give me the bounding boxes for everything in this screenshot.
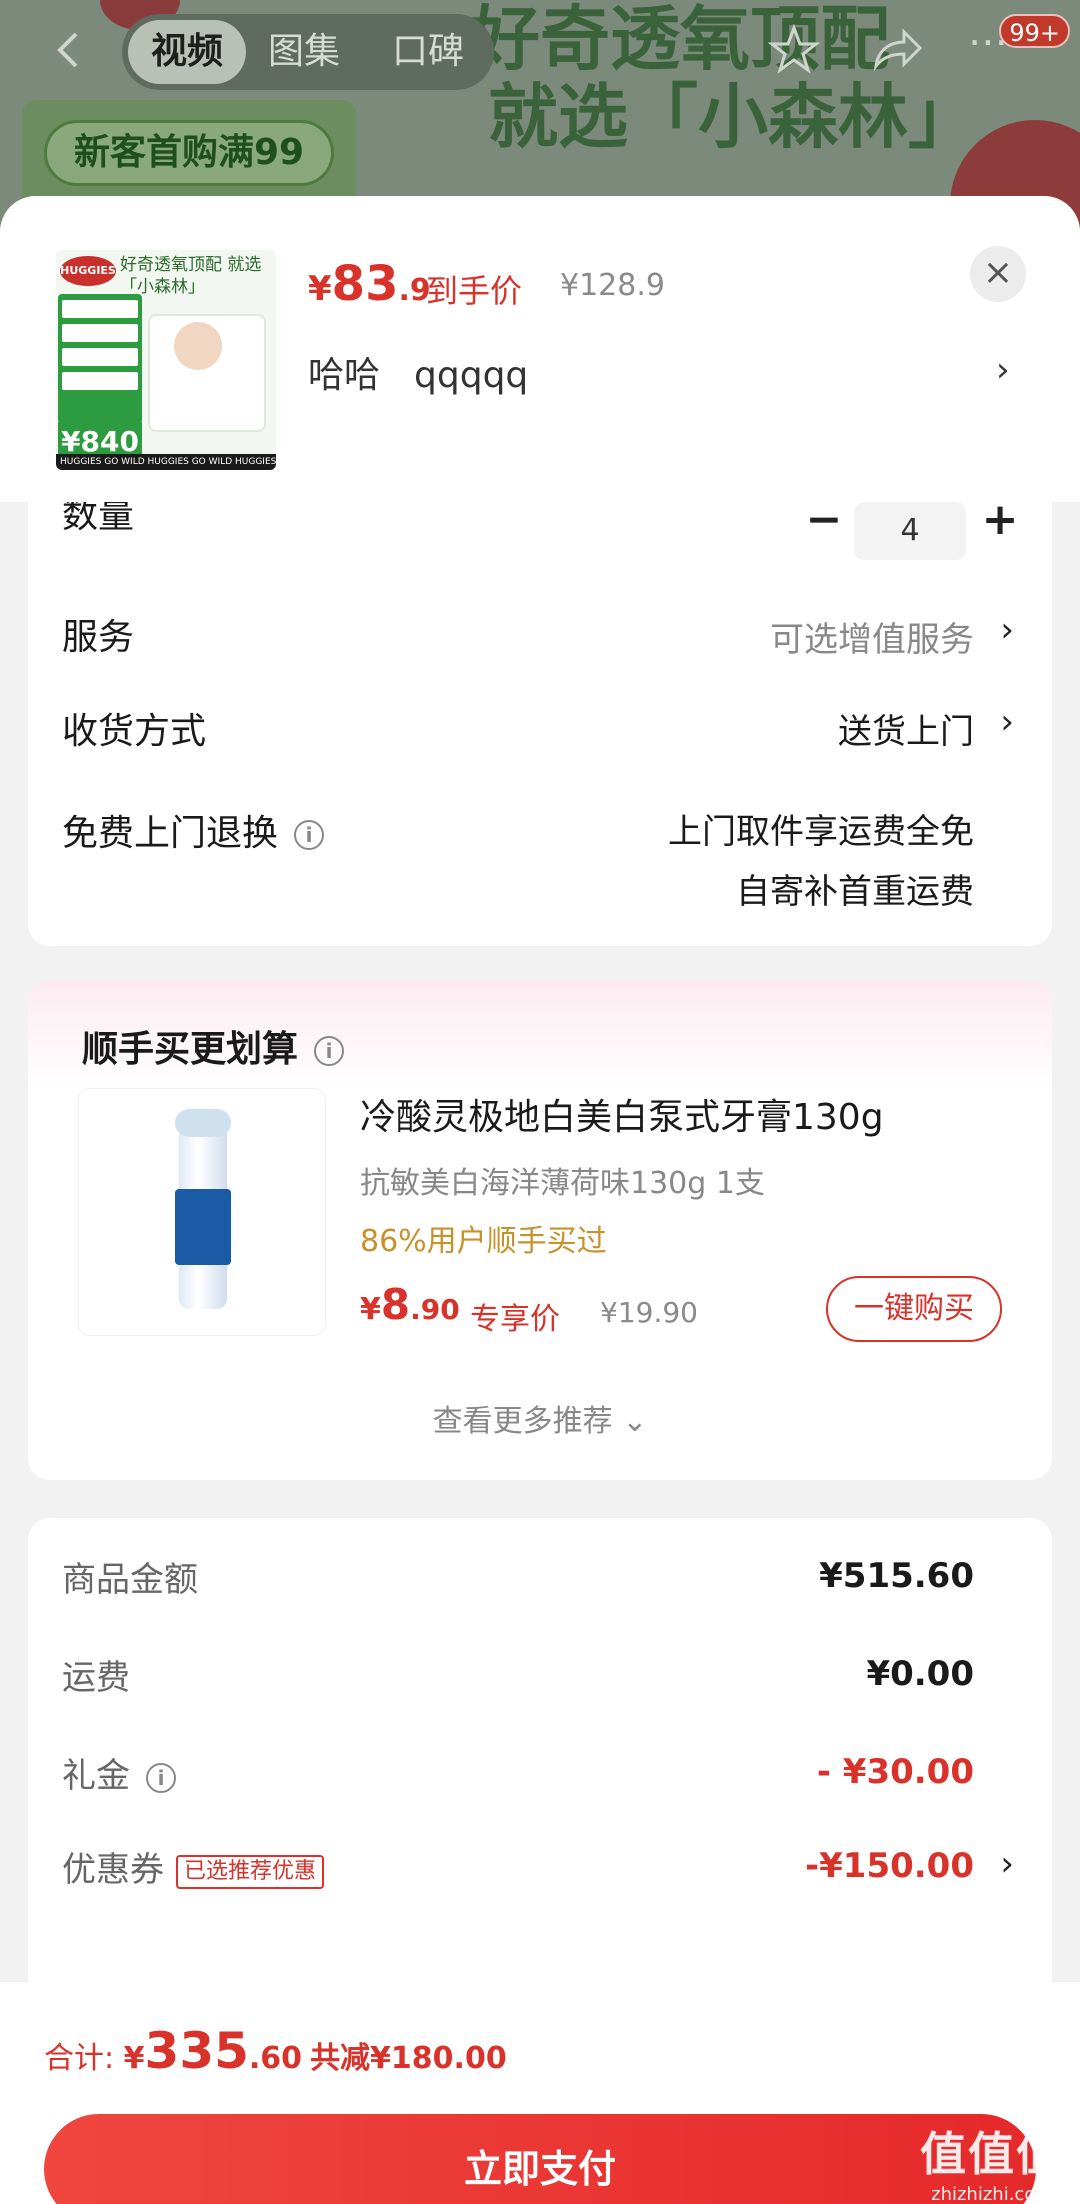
promo-banner: 新客首购满99 xyxy=(22,100,356,210)
return-label-text: 免费上门退换 xyxy=(62,813,279,854)
thumb-title: 好奇透氧顶配 就选「小森林」 xyxy=(120,255,262,297)
selected-spec[interactable]: 哈哈 qqqqq xyxy=(308,346,528,398)
close-button[interactable]: × xyxy=(970,246,1026,302)
plus-button[interactable]: + xyxy=(980,502,1020,542)
watermark: 值值值 zhizhizhi.com xyxy=(920,2118,1064,2204)
huggies-logo: HUGGIES xyxy=(60,256,116,286)
checkout-bar: 合计: ¥335.60 共减¥180.00 立即支付 xyxy=(0,1982,1080,2204)
gift-label-text: 礼金 xyxy=(62,1756,130,1796)
total-decimal: .60 xyxy=(248,2041,303,2076)
chevron-right-icon[interactable]: › xyxy=(996,350,1010,390)
sheet-header: HUGGIES 好奇透氧顶配 就选「小森林」 ¥840 HUGGIES GO W… xyxy=(0,196,1080,502)
return-policy: 上门取件享运费全免 自寄补首重运费 xyxy=(668,802,974,922)
coupon-tag: 已选推荐优惠 xyxy=(176,1854,325,1889)
recommend-title: 顺手买更划算 i xyxy=(82,1020,345,1072)
service-label: 服务 xyxy=(62,617,135,658)
delivery-label: 收货方式 xyxy=(62,711,207,752)
coupon-label: 优惠券 已选推荐优惠 xyxy=(62,1842,325,1891)
info-icon[interactable]: i xyxy=(294,820,325,850)
purchase-sheet: HUGGIES 好奇透氧顶配 就选「小森林」 ¥840 HUGGIES GO W… xyxy=(0,196,1080,2204)
return-line-1: 上门取件享运费全免 xyxy=(668,812,974,852)
back-icon[interactable] xyxy=(50,30,90,70)
price-tag: 到手价 xyxy=(426,272,523,310)
thumb-green-panel xyxy=(58,294,142,424)
product-thumbnail: HUGGIES 好奇透氧顶配 就选「小森林」 ¥840 HUGGIES GO W… xyxy=(56,250,276,470)
watermark-url: zhizhizhi.com xyxy=(931,2184,1053,2204)
price-symbol: ¥ xyxy=(308,269,332,309)
pay-now-button[interactable]: 立即支付 xyxy=(44,2114,1036,2204)
watermark-logo: 值值值 xyxy=(920,2127,1064,2181)
quantity-stepper: − 4 + xyxy=(28,502,1052,560)
gift-money-value: - ¥30.00 xyxy=(816,1752,974,1792)
goods-amount-label: 商品金额 xyxy=(62,1560,198,1600)
goods-amount-value: ¥515.60 xyxy=(819,1556,974,1596)
one-click-buy-button[interactable]: 一键购买 xyxy=(826,1276,1002,1342)
tube-label xyxy=(175,1189,231,1265)
coupon-label-text: 优惠券 xyxy=(62,1850,164,1890)
chevron-right-icon[interactable]: › xyxy=(1000,610,1014,650)
baby-image xyxy=(174,322,222,370)
tube-cap xyxy=(175,1109,231,1137)
price-integer: 8 xyxy=(380,1280,411,1329)
tab-gallery[interactable]: 图集 xyxy=(268,14,340,90)
thumb-strip: HUGGIES GO WILD HUGGIES GO WILD HUGGIES xyxy=(56,454,276,470)
final-price: ¥83.9 xyxy=(308,256,431,312)
price-integer: 83 xyxy=(331,256,399,312)
spec-value-2: qqqqq xyxy=(414,355,529,396)
banner-line-1: 好奇透氧顶配 xyxy=(470,0,890,80)
banner-line-2: 就选「小森林」 xyxy=(488,76,978,158)
chevron-right-icon[interactable]: › xyxy=(1000,702,1014,742)
options-card: 数量 − 4 + 服务 可选增值服务 › 收货方式 送货上门 › 免费上门退换 i… xyxy=(28,502,1052,946)
tab-reviews[interactable]: 口碑 xyxy=(392,14,464,90)
share-icon[interactable] xyxy=(868,22,924,78)
minus-button[interactable]: − xyxy=(804,502,844,542)
star-icon[interactable] xyxy=(766,22,822,78)
recommend-price: ¥8.90 xyxy=(360,1280,460,1329)
return-line-2: 自寄补首重运费 xyxy=(736,872,974,912)
promo-text: 新客首购满99 xyxy=(44,120,334,186)
original-price: ¥128.9 xyxy=(560,268,665,303)
toothpaste-image[interactable] xyxy=(78,1088,326,1336)
more-link-text: 查看更多推荐 xyxy=(432,1404,613,1439)
gift-money-label: 礼金 i xyxy=(62,1748,176,1797)
return-label: 免费上门退换 i xyxy=(62,804,325,856)
tab-video[interactable]: 视频 xyxy=(128,20,246,84)
message-count-badge: 99+ xyxy=(999,14,1070,48)
service-value[interactable]: 可选增值服务 xyxy=(770,612,974,661)
chevron-down-icon: ⌄ xyxy=(622,1404,648,1439)
info-icon[interactable]: i xyxy=(314,1036,345,1066)
price-decimal: .90 xyxy=(410,1293,460,1326)
recommend-product-spec: 抗敏美白海洋薄荷味130g 1支 xyxy=(360,1166,765,1201)
delivery-value[interactable]: 送货上门 xyxy=(838,704,974,753)
recommend-card: 顺手买更划算 i 冷酸灵极地白美白泵式牙膏130g 抗敏美白海洋薄荷味130g 1… xyxy=(28,980,1052,1480)
quantity-input[interactable]: 4 xyxy=(854,502,966,560)
total-saved: 共减¥180.00 xyxy=(310,2041,507,2076)
total-label: 合计: xyxy=(44,2041,124,2076)
spec-value-1: 哈哈 xyxy=(308,355,381,396)
coupon-value[interactable]: -¥150.00 xyxy=(805,1846,974,1886)
recommend-note: 86%用户顺手买过 xyxy=(360,1224,607,1259)
close-icon: × xyxy=(982,252,1014,293)
total-amount: 合计: ¥335.60 共减¥180.00 xyxy=(44,2022,507,2080)
recommend-title-text: 顺手买更划算 xyxy=(82,1029,299,1070)
shipping-value: ¥0.00 xyxy=(866,1654,974,1694)
recommend-price-tag: 专享价 xyxy=(470,1302,560,1337)
more-recommendations-link[interactable]: 查看更多推荐 ⌄ xyxy=(28,1396,1052,1440)
recommend-original-price: ¥19.90 xyxy=(600,1296,698,1329)
total-symbol: ¥ xyxy=(123,2041,145,2076)
recommend-product-name[interactable]: 冷酸灵极地白美白泵式牙膏130g xyxy=(360,1088,884,1140)
shipping-label: 运费 xyxy=(62,1658,130,1698)
chevron-right-icon[interactable]: › xyxy=(1000,1844,1014,1884)
info-icon[interactable]: i xyxy=(146,1762,176,1793)
total-integer: 335 xyxy=(144,2022,249,2080)
price-symbol: ¥ xyxy=(360,1292,381,1327)
